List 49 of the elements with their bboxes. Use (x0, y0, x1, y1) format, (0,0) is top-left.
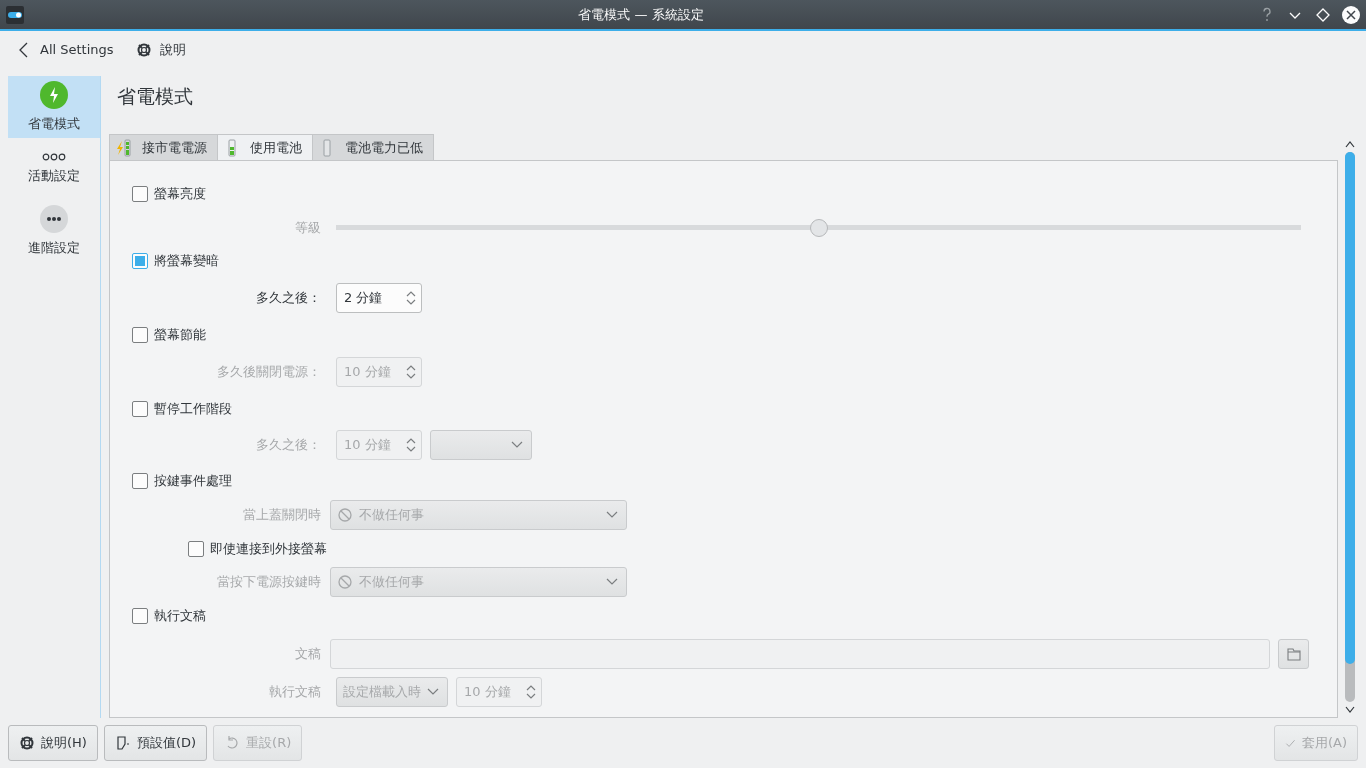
caret-icon (606, 511, 618, 519)
field-label: 當上蓋關閉時 (242, 506, 322, 524)
field-label: 等級 (294, 218, 322, 237)
folder-icon (1285, 646, 1302, 662)
sidebar-label: 活動設定 (28, 167, 80, 185)
caret-icon (427, 688, 439, 696)
checkbox[interactable]: 暫停工作階段 (132, 400, 232, 418)
field-label: 執行文稿 (268, 683, 322, 701)
tab[interactable]: 電池電力已低 (312, 134, 434, 160)
checkbox[interactable]: 按鍵事件處理 (132, 472, 232, 490)
checkbox[interactable]: 執行文稿 (132, 607, 206, 625)
document-icon (114, 735, 131, 751)
dropdown[interactable] (430, 430, 532, 460)
checkbox[interactable]: 即使連接到外接螢幕 (188, 539, 327, 558)
field-label: 多久之後： (255, 289, 322, 307)
dots-icon (42, 153, 66, 161)
spin-box[interactable]: 2 分鐘 (336, 283, 422, 313)
caret-icon (606, 578, 618, 586)
field-label: 多久後關閉電源： (216, 363, 322, 381)
sidebar-item[interactable]: 活動設定 (8, 138, 100, 200)
field-label: 當按下電源按鍵時 (216, 573, 322, 591)
checkbox[interactable]: 螢幕亮度 (132, 185, 206, 203)
lifebuoy-icon (135, 41, 152, 58)
sidebar-label: 進階設定 (28, 239, 80, 257)
checkbox[interactable]: 將螢幕變暗 (132, 252, 219, 270)
back-button[interactable]: All Settings (14, 39, 116, 60)
tab[interactable]: 接市電電源 (109, 134, 218, 160)
prohibited-icon (337, 507, 353, 523)
page-title: 省電模式 (116, 84, 194, 109)
lifebuoy-icon (19, 735, 35, 751)
lightning-icon (40, 81, 68, 109)
sidebar-item[interactable]: 省電模式 (8, 76, 100, 138)
charging-battery-icon (116, 138, 132, 157)
browse-button[interactable] (1278, 639, 1309, 669)
footer-button[interactable]: 預設值(D) (103, 725, 208, 761)
tab[interactable]: 使用電池 (217, 134, 313, 160)
sidebar-item[interactable]: 進階設定 (8, 200, 100, 262)
field-label: 文稿 (294, 645, 322, 663)
more-icon (40, 205, 68, 233)
prohibited-icon (337, 574, 353, 590)
help-button[interactable]: 說明 (133, 38, 188, 61)
sidebar-label: 省電模式 (28, 115, 80, 133)
checkbox[interactable]: 螢幕節能 (132, 326, 206, 344)
window-title: 省電模式 — 系統設定 (577, 5, 705, 24)
close-icon[interactable] (1342, 5, 1360, 24)
footer-button[interactable]: 說明(H) (8, 725, 98, 761)
caret-icon (511, 441, 523, 449)
toggle-app-icon (6, 5, 24, 24)
field-label: 多久之後： (255, 436, 322, 454)
